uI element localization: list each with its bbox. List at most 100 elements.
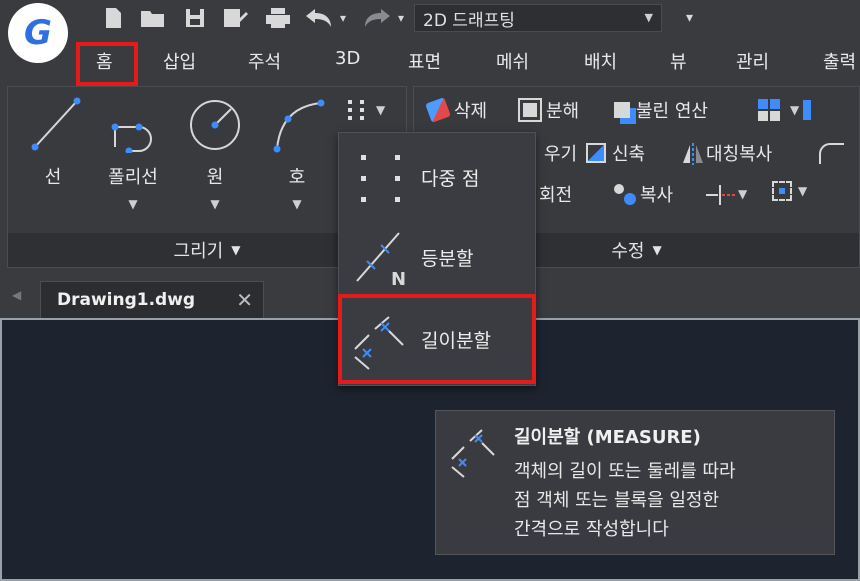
trim-icon	[706, 185, 736, 205]
app-logo[interactable]: G	[8, 3, 68, 63]
chevron-down-icon[interactable]: ▼	[262, 197, 332, 211]
home-tab-highlight	[76, 42, 138, 86]
document-tab[interactable]: Drawing1.dwg ✕	[40, 281, 264, 318]
redo-icon[interactable]	[362, 6, 392, 30]
chevron-down-icon: ▼	[376, 103, 386, 117]
tab-layout[interactable]: 배치	[584, 48, 617, 74]
explode-button[interactable]: 분해	[518, 97, 580, 123]
ribbon-tabs: 홈 삽입 주석 3D 표면 메쉬 배치 뷰 관리 출력	[0, 36, 860, 86]
modify-panel-title-text: 수정	[611, 241, 645, 262]
align-icon	[803, 100, 812, 120]
copy-label: 복사	[640, 185, 674, 206]
measure-icon	[451, 429, 495, 478]
explode-label: 분해	[546, 101, 580, 122]
multiple-points-icon	[361, 155, 400, 202]
chevron-down-icon: ▼	[798, 184, 808, 198]
svg-text:N: N	[391, 269, 406, 290]
undo-dropdown-icon[interactable]: ▾	[340, 6, 346, 30]
logo-letter: G	[24, 13, 52, 53]
save-as-icon[interactable]	[222, 6, 248, 30]
boolean-label: 불린 연산	[636, 101, 708, 122]
array-button[interactable]: ▼	[756, 97, 812, 123]
tab-surface[interactable]: 표면	[408, 48, 441, 74]
chevron-down-icon: ▼	[738, 187, 748, 201]
tab-annotate[interactable]: 주석	[248, 48, 281, 74]
offset-icon	[772, 181, 792, 201]
stretch-button[interactable]: 우기	[544, 140, 577, 166]
chevron-down-icon: ▼	[790, 103, 800, 117]
circle-tool[interactable]: 원 ▼	[180, 93, 250, 211]
copy-button[interactable]: 복사	[610, 181, 673, 207]
measure-item-highlight	[338, 294, 536, 384]
line-label: 선	[44, 167, 62, 188]
tab-mesh[interactable]: 메쉬	[496, 48, 529, 74]
tooltip-line: 객체의 길이 또는 둘레를 따라	[514, 461, 736, 482]
draw-panel-title-text: 그리기	[173, 241, 224, 262]
circle-label: 원	[206, 167, 224, 188]
fillet-icon	[819, 143, 844, 164]
array-icon	[758, 99, 780, 121]
multiple-points-icon	[348, 100, 364, 120]
copy-icon	[614, 184, 636, 205]
document-tab-label: Drawing1.dwg	[57, 290, 196, 310]
scale-button[interactable]: 신축	[586, 140, 645, 166]
line-tool[interactable]: 선	[18, 93, 88, 189]
divide-icon: N	[356, 232, 406, 290]
workspace-select[interactable]: 2D 드래프팅 ▼	[414, 4, 662, 32]
boolean-icon	[614, 102, 630, 118]
open-folder-icon[interactable]	[140, 6, 166, 30]
tab-scroll-left-icon[interactable]: ◀	[12, 288, 21, 302]
divide-label: 등분할	[421, 248, 474, 270]
arc-icon	[273, 99, 325, 153]
eraser-icon	[425, 97, 451, 123]
divide-item[interactable]: N 등분할	[339, 217, 535, 295]
measure-tooltip: 길이분할 (MEASURE) 객체의 길이 또는 둘레를 따라 점 객체 또는 …	[435, 410, 835, 555]
customize-toolbar-icon[interactable]: ▾	[686, 6, 693, 30]
print-icon[interactable]	[264, 6, 292, 30]
arc-tool[interactable]: 호 ▼	[262, 93, 332, 211]
boolean-button[interactable]: 불린 연산	[614, 97, 708, 123]
chevron-down-icon[interactable]: ▼	[98, 197, 168, 211]
erase-button[interactable]: 삭제	[425, 97, 488, 123]
chevron-down-icon: ▼	[644, 11, 653, 24]
multiple-points-label: 다중 점	[421, 168, 480, 190]
polyline-icon	[111, 123, 152, 153]
chevron-down-icon[interactable]: ▼	[180, 197, 250, 211]
point-dropdown-button[interactable]: ▼	[342, 95, 400, 125]
stretch-label: 우기	[544, 144, 578, 165]
trim-button[interactable]: ▼	[704, 181, 747, 207]
mirror-button[interactable]: 대칭복사	[680, 140, 772, 166]
redo-dropdown-icon[interactable]: ▾	[398, 6, 404, 30]
tab-manage[interactable]: 관리	[736, 48, 769, 74]
explode-icon	[518, 98, 542, 122]
chevron-down-icon: ▼	[231, 243, 241, 257]
chevron-down-icon: ▼	[652, 243, 662, 257]
line-icon	[31, 97, 81, 151]
erase-label: 삭제	[454, 101, 488, 122]
offset-button[interactable]: ▼	[772, 181, 807, 201]
tooltip-title: 길이분할 (MEASURE)	[514, 427, 701, 448]
close-icon[interactable]: ✕	[236, 288, 253, 312]
tab-output[interactable]: 출력	[823, 48, 856, 74]
undo-icon[interactable]	[304, 6, 334, 30]
polyline-label: 폴리선	[108, 167, 158, 188]
multiple-points-item[interactable]: 다중 점	[339, 137, 535, 215]
quick-access-toolbar: ▾ ▾ 2D 드래프팅 ▼ ▾	[0, 0, 860, 36]
polyline-tool[interactable]: 폴리선 ▼	[98, 93, 168, 211]
tooltip-description: 객체의 길이 또는 둘레를 따라 점 객체 또는 블록을 일정한 간격으로 작성…	[514, 457, 736, 544]
new-file-icon[interactable]	[104, 6, 122, 30]
scale-label: 신축	[612, 144, 646, 165]
workspace-value: 2D 드래프팅	[423, 10, 515, 31]
save-icon[interactable]	[184, 6, 206, 30]
rotate-label: 회전	[539, 185, 573, 206]
tooltip-line: 간격으로 작성합니다	[514, 519, 669, 540]
tab-view[interactable]: 뷰	[670, 48, 687, 74]
arc-label: 호	[288, 167, 306, 188]
mirror-label: 대칭복사	[706, 144, 773, 165]
scale-icon	[586, 143, 606, 163]
circle-icon	[190, 100, 240, 150]
mirror-icon	[683, 143, 703, 165]
fillet-button[interactable]	[816, 140, 846, 166]
tab-3d[interactable]: 3D	[335, 48, 360, 69]
tab-insert[interactable]: 삽입	[163, 48, 196, 74]
